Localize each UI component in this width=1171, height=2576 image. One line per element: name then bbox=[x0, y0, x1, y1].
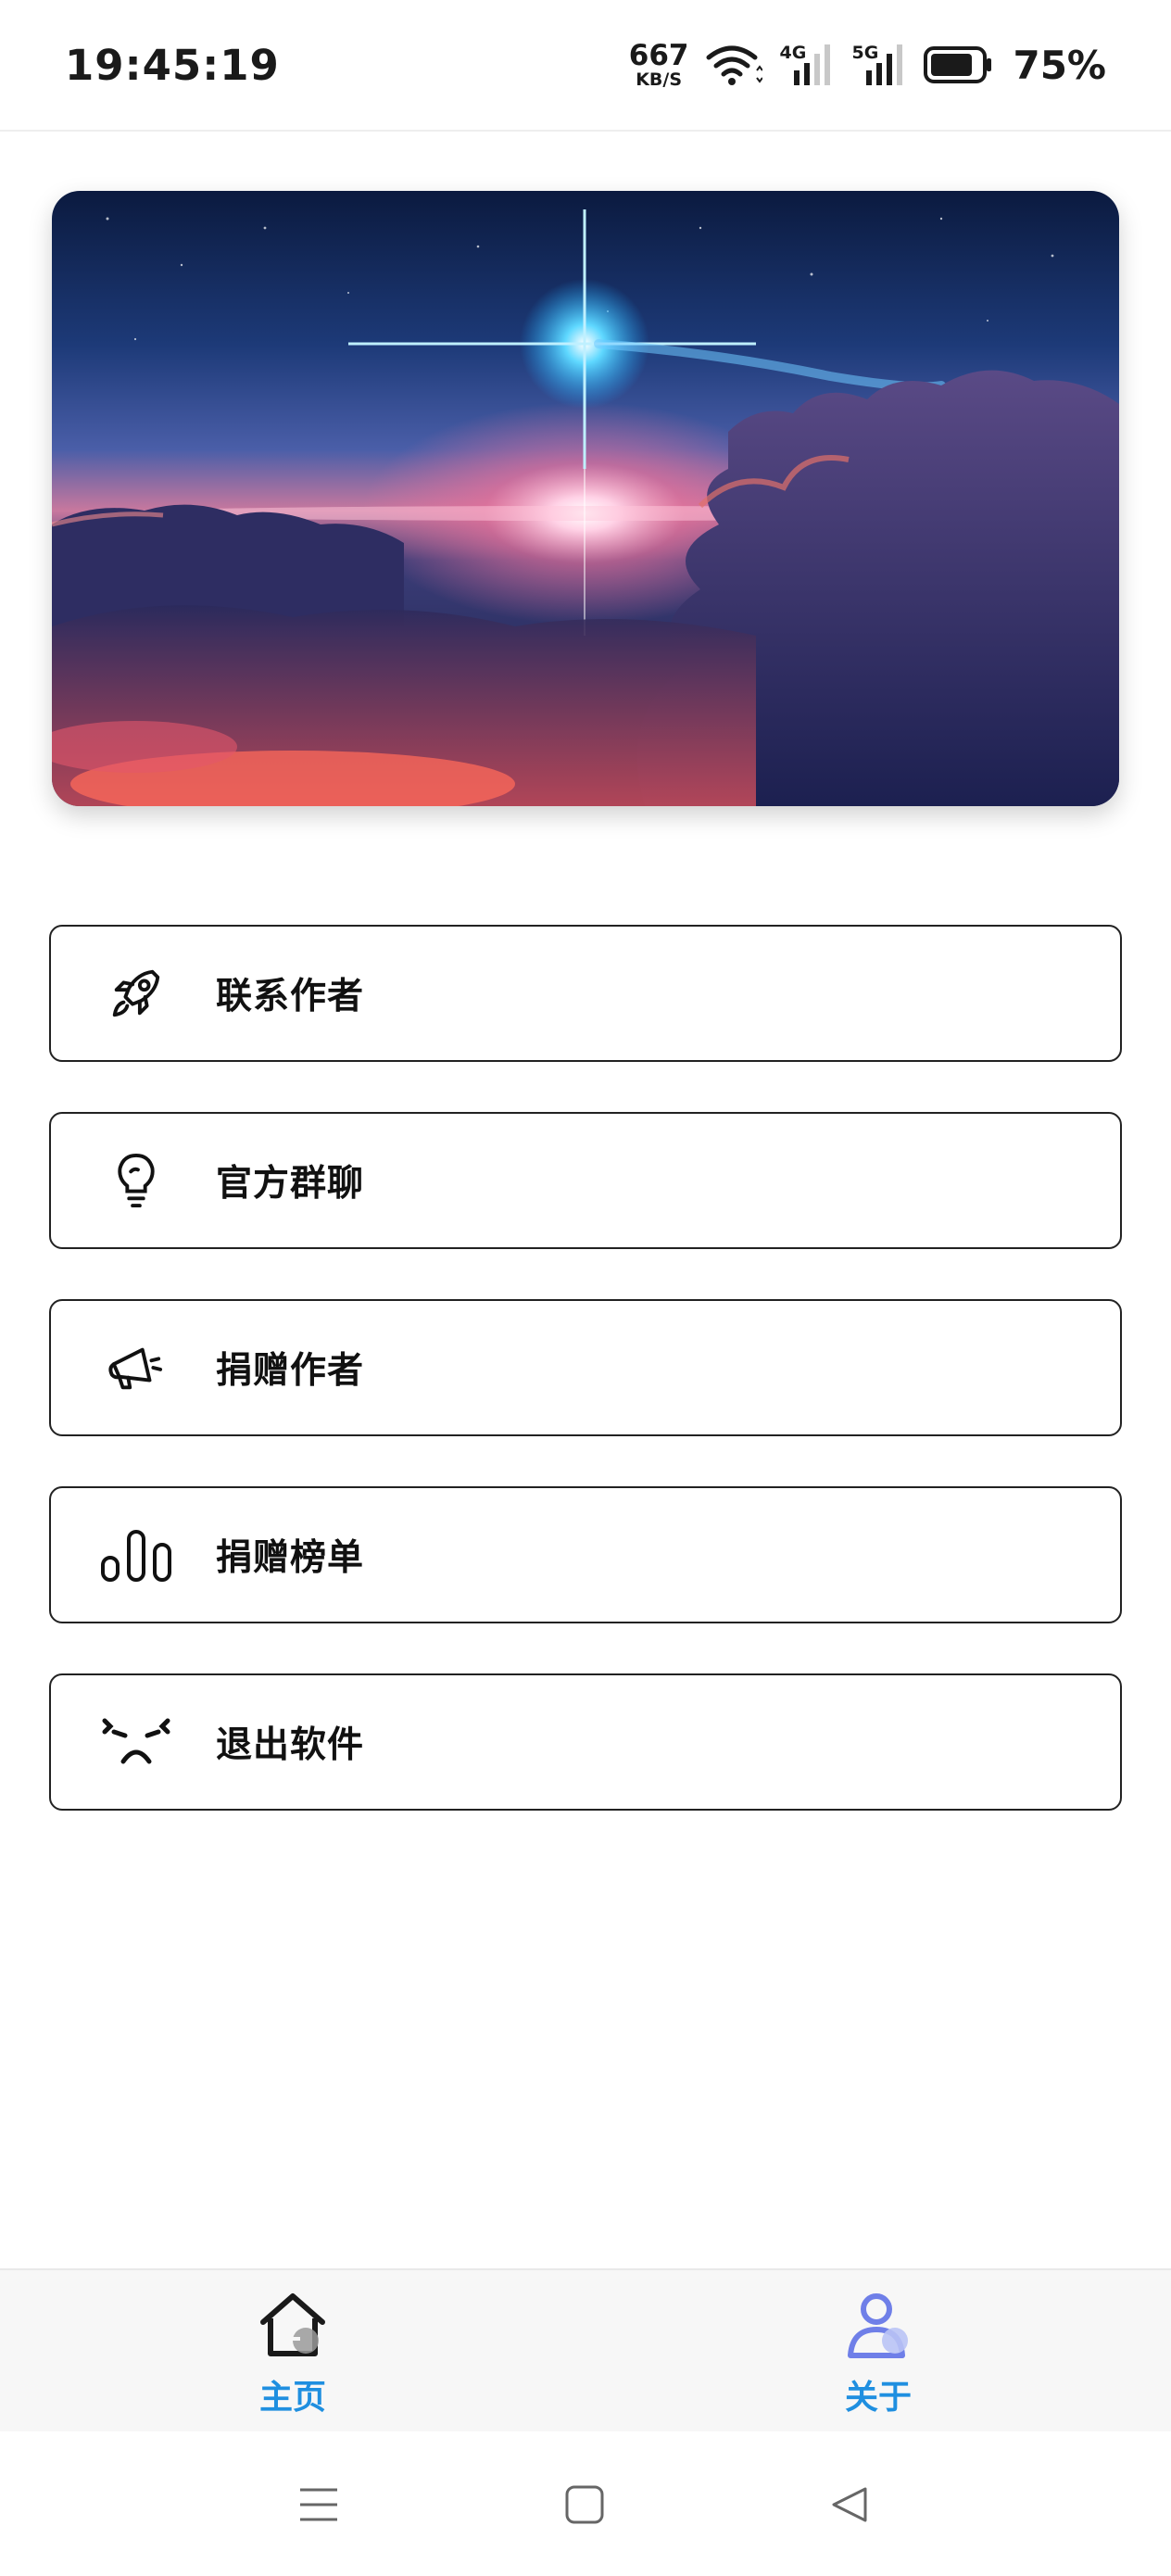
signal-4g: 4G bbox=[779, 43, 835, 87]
signal-bars-icon bbox=[794, 44, 831, 85]
battery-icon bbox=[924, 46, 992, 83]
home-icon bbox=[260, 2293, 325, 2356]
status-bar: 19:45:19 667 KB/S 4G 5G 75% bbox=[0, 0, 1171, 132]
signal-5g: 5G bbox=[851, 43, 907, 87]
rocket-icon bbox=[99, 956, 173, 1030]
status-time: 19:45:19 bbox=[65, 41, 280, 90]
network-speed: 667 KB/S bbox=[628, 38, 689, 90]
menu-item-donation-ranking[interactable]: 捐赠榜单 bbox=[49, 1486, 1122, 1623]
menu-item-label: 捐赠榜单 bbox=[216, 1537, 365, 1579]
menu-icon bbox=[300, 2488, 337, 2521]
menu-item-label: 联系作者 bbox=[216, 976, 365, 1017]
back-button[interactable] bbox=[817, 2472, 882, 2537]
home-square-icon bbox=[565, 2485, 604, 2524]
tab-about[interactable]: 关于 bbox=[739, 2270, 1017, 2433]
banner-image bbox=[52, 191, 1119, 806]
home-button[interactable] bbox=[552, 2472, 617, 2537]
back-triangle-icon bbox=[832, 2487, 867, 2522]
network-speed-value: 667 bbox=[628, 38, 689, 72]
megaphone-icon bbox=[99, 1331, 173, 1405]
lightbulb-icon bbox=[99, 1143, 173, 1218]
tab-home[interactable]: 主页 bbox=[154, 2270, 432, 2433]
menu-item-label: 退出软件 bbox=[216, 1724, 365, 1766]
battery-percent: 75% bbox=[1013, 42, 1106, 88]
wifi-icon bbox=[706, 45, 763, 85]
network-speed-unit: KB/S bbox=[636, 69, 683, 90]
status-indicators: 667 KB/S 4G 5G 75% bbox=[629, 37, 1106, 93]
angry-face-icon bbox=[99, 1705, 173, 1779]
recent-apps-button[interactable] bbox=[286, 2472, 351, 2537]
tab-home-label: 主页 bbox=[258, 2379, 326, 2417]
signal-bars-icon bbox=[866, 44, 903, 85]
menu-item-label: 捐赠作者 bbox=[216, 1350, 365, 1392]
bottom-tab-bar: 主页 关于 bbox=[0, 2268, 1171, 2431]
system-navigation-bar bbox=[0, 2431, 1171, 2576]
menu-item-official-group[interactable]: 官方群聊 bbox=[49, 1112, 1122, 1249]
user-icon bbox=[848, 2293, 908, 2358]
menu-item-donate-author[interactable]: 捐赠作者 bbox=[49, 1299, 1122, 1436]
menu-item-exit-app[interactable]: 退出软件 bbox=[49, 1673, 1122, 1811]
tab-about-label: 关于 bbox=[844, 2379, 912, 2417]
menu-item-label: 官方群聊 bbox=[216, 1163, 365, 1205]
bar-chart-icon bbox=[99, 1518, 173, 1592]
menu-item-contact-author[interactable]: 联系作者 bbox=[49, 925, 1122, 1062]
